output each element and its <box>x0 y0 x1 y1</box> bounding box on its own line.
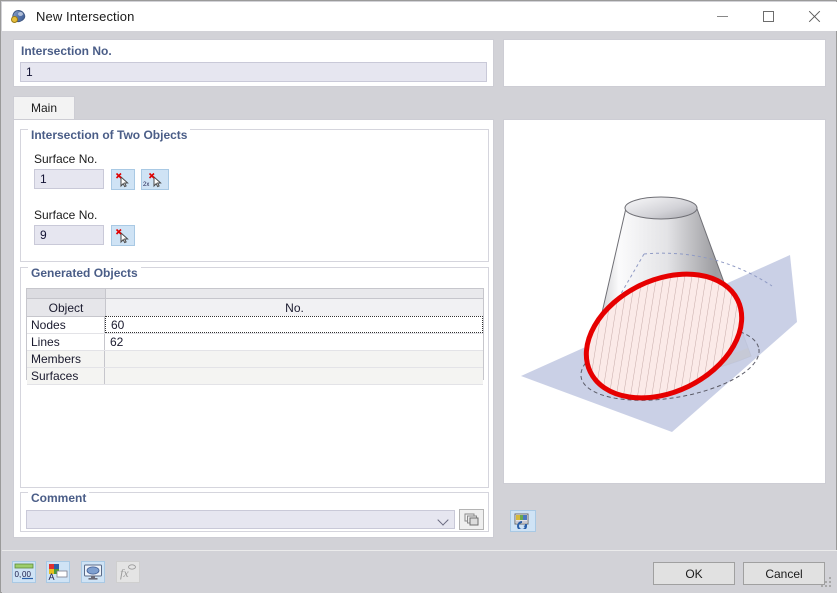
tab-strip: Main <box>13 96 494 119</box>
font-color-glyph: A <box>49 564 68 581</box>
maximize-icon <box>762 11 774 22</box>
intersection-no-panel: Intersection No. 1 <box>13 39 494 87</box>
formula-glyph: fx <box>120 564 136 580</box>
surface1-label: Surface No. <box>34 152 98 166</box>
cell-object: Nodes <box>27 317 105 333</box>
minimize-icon <box>716 16 728 17</box>
cell-object: Lines <box>27 334 105 350</box>
comment-group: Comment <box>20 491 489 532</box>
column-header-no: No. <box>106 299 483 316</box>
decimal-places-glyph: 0, 00 <box>15 563 34 580</box>
svg-text:0,: 0, <box>15 570 22 579</box>
table-header: Object No. <box>27 299 483 317</box>
copy-comment-icon <box>464 513 478 525</box>
maximize-button[interactable] <box>745 2 791 31</box>
comment-input[interactable] <box>26 510 455 529</box>
font-color-icon[interactable]: A <box>46 561 70 583</box>
ok-button[interactable]: OK <box>653 562 735 585</box>
cell-object: Members <box>27 351 105 367</box>
surface1-input[interactable]: 1 <box>34 169 104 189</box>
close-icon <box>808 10 821 23</box>
two-objects-group: Intersection of Two Objects Surface No. … <box>20 128 489 262</box>
refresh-image-button[interactable] <box>510 510 536 532</box>
intersection-graphic <box>521 196 797 432</box>
top-right-panel <box>503 39 826 87</box>
intersection-no-label: Intersection No. <box>21 44 112 58</box>
cell-no[interactable]: 60 <box>105 316 483 333</box>
chevron-down-icon[interactable] <box>439 515 448 524</box>
close-button[interactable] <box>791 2 837 31</box>
copy-comment-button[interactable] <box>459 509 484 530</box>
surface2-label: Surface No. <box>34 208 98 222</box>
cell-no[interactable] <box>105 368 483 384</box>
svg-text:2x: 2x <box>143 182 149 188</box>
generated-objects-table[interactable]: Object No. Nodes 60 Lines 62 Members Sur… <box>26 288 484 385</box>
table-row[interactable]: Surfaces <box>27 368 483 385</box>
pick-single-glyph-2 <box>115 228 129 243</box>
intersection-no-input[interactable]: 1 <box>20 62 487 82</box>
pick-multiple-glyph: 2x <box>143 172 162 188</box>
intersection-icon <box>10 7 28 26</box>
table-corner-cell-2 <box>106 289 483 298</box>
generated-objects-title: Generated Objects <box>28 266 141 280</box>
column-header-object: Object <box>27 299 106 316</box>
cell-no[interactable] <box>105 351 483 367</box>
svg-text:00: 00 <box>22 570 31 579</box>
decimal-places-icon[interactable]: 0, 00 <box>12 561 36 583</box>
table-corner-cell <box>27 289 106 298</box>
formula-icon: fx <box>116 561 140 583</box>
minimize-button[interactable] <box>699 2 745 31</box>
window-controls <box>699 2 837 31</box>
generated-objects-group: Generated Objects Object No. Nodes 60 Li… <box>20 266 489 488</box>
surface2-input[interactable]: 9 <box>34 225 104 245</box>
main-tab-panel: Intersection of Two Objects Surface No. … <box>13 119 536 538</box>
pick-multiple-icon[interactable]: 2x <box>141 169 169 190</box>
two-objects-title: Intersection of Two Objects <box>28 128 191 142</box>
refresh-image-icon <box>514 513 529 529</box>
cell-no[interactable]: 62 <box>105 334 483 350</box>
comment-title: Comment <box>28 491 90 505</box>
resize-grip[interactable] <box>821 577 833 589</box>
cell-object: Surfaces <box>27 368 105 384</box>
title-bar: New Intersection <box>2 2 837 31</box>
tab-strip-filler <box>75 102 494 119</box>
tab-main[interactable]: Main <box>13 96 75 119</box>
display-properties-glyph <box>84 564 102 580</box>
table-corner-row <box>27 289 483 299</box>
pick-single-icon-2[interactable] <box>111 225 135 246</box>
cone-plane-intersection-preview <box>503 119 826 484</box>
display-properties-icon[interactable] <box>81 561 105 583</box>
table-row[interactable]: Members <box>27 351 483 368</box>
pick-single-glyph <box>115 172 129 187</box>
dialog-window: New Intersection Intersection No. 1 Main… <box>0 0 837 593</box>
table-row[interactable]: Lines 62 <box>27 334 483 351</box>
table-row[interactable]: Nodes 60 <box>27 316 483 334</box>
pick-single-icon[interactable] <box>111 169 135 190</box>
svg-text:fx: fx <box>120 566 129 580</box>
cancel-button[interactable]: Cancel <box>743 562 825 585</box>
svg-text:A: A <box>49 572 55 581</box>
window-title: New Intersection <box>36 9 135 24</box>
